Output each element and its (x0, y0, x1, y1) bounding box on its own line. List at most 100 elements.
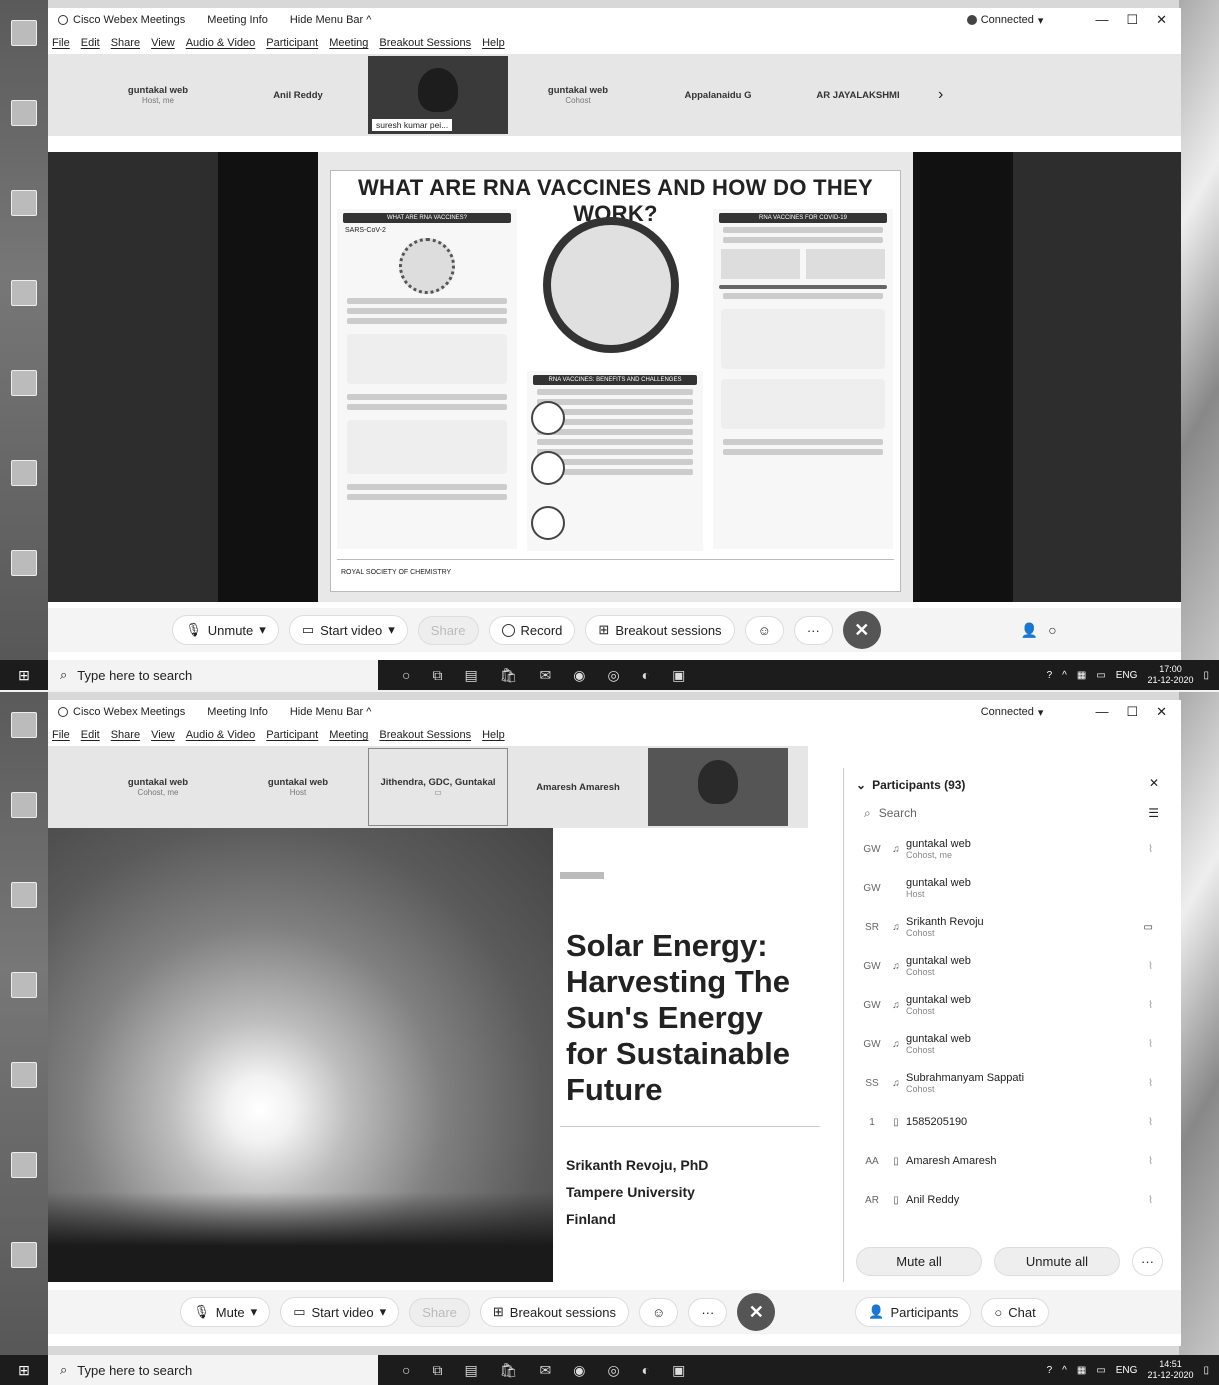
desktop-icon[interactable] (4, 20, 44, 68)
participants-header[interactable]: ⌄ Participants (93) (856, 778, 965, 792)
mic-muted-icon[interactable]: ⌇ (1148, 1078, 1153, 1089)
taskbar-search-box[interactable]: ⌕ Type here to search (48, 1355, 378, 1385)
desktop-icon[interactable] (4, 1062, 44, 1110)
reactions-button[interactable]: ☺ (639, 1297, 679, 1327)
hide-menu-bar-button[interactable]: Hide Menu Bar ^ (290, 14, 372, 26)
record-button[interactable]: Record (488, 615, 576, 645)
more-options-button[interactable]: ··· (688, 1297, 728, 1327)
participant-tile[interactable]: guntakal web Host (228, 748, 368, 826)
menu-breakout-sessions[interactable]: Breakout Sessions (379, 37, 471, 49)
minimize-icon[interactable]: — (1095, 12, 1108, 28)
mute-all-button[interactable]: Mute all (856, 1247, 982, 1276)
taskbar-clock[interactable]: 14:51 21-12-2020 (1147, 1359, 1193, 1381)
desktop-icon[interactable] (4, 1242, 44, 1290)
hide-menu-bar-button[interactable]: Hide Menu Bar ^ (290, 706, 372, 718)
video-on-icon[interactable]: ▭ (1144, 922, 1153, 933)
desktop-icon[interactable] (4, 100, 44, 148)
menu-share[interactable]: Share (111, 37, 140, 49)
notifications-icon[interactable]: ▯ (1203, 670, 1209, 681)
maximize-icon[interactable]: ☐ (1126, 12, 1138, 28)
participant-tile-active[interactable]: Jithendra, GDC, Guntakal ▭ (368, 748, 508, 826)
desktop-icon[interactable] (4, 460, 44, 508)
battery-icon[interactable]: ▭ (1096, 670, 1105, 681)
participants-button[interactable]: 👤 Participants (855, 1297, 972, 1327)
participant-row[interactable]: AR ▯ Anil Reddy ⌇ (844, 1181, 1171, 1219)
menu-file[interactable]: File (52, 37, 70, 49)
store-icon[interactable]: 🛍 (500, 667, 518, 684)
mic-muted-icon[interactable]: ⌇ (1148, 1039, 1153, 1050)
help-icon[interactable]: ? (1047, 1365, 1053, 1376)
desktop-icon[interactable] (4, 792, 44, 840)
task-view-icon[interactable]: ⧉ (432, 667, 442, 684)
mic-muted-icon[interactable]: ⌇ (1148, 961, 1153, 972)
calculator-icon[interactable]: ▤ (464, 667, 477, 684)
menu-audio-video[interactable]: Audio & Video (186, 729, 256, 741)
menu-file[interactable]: File (52, 729, 70, 741)
participant-row[interactable]: GW ♫ guntakal web Cohost, me ⌇ (844, 830, 1171, 868)
chat-button[interactable]: ○ Chat (981, 1297, 1049, 1327)
reactions-button[interactable]: ☺ (744, 615, 784, 645)
menu-participant[interactable]: Participant (266, 729, 318, 741)
start-video-button[interactable]: ▭ Start video ▾ (288, 615, 408, 645)
app-taskbar-icon[interactable]: ▣ (672, 1362, 685, 1379)
cortana-icon[interactable]: ○ (402, 1362, 410, 1379)
app-taskbar-icon[interactable]: ▣ (672, 667, 685, 684)
windows-start-icon[interactable]: ⊞ (0, 1362, 48, 1379)
mic-muted-icon[interactable]: ⌇ (1148, 1195, 1153, 1206)
menu-share[interactable]: Share (111, 729, 140, 741)
maximize-icon[interactable]: ☐ (1126, 704, 1138, 720)
participant-row[interactable]: GW ♫ guntakal web Cohost ⌇ (844, 1025, 1171, 1063)
participant-row[interactable]: GW ♫ guntakal web Cohost ⌇ (844, 947, 1171, 985)
menu-breakout-sessions[interactable]: Breakout Sessions (379, 729, 471, 741)
end-meeting-button[interactable]: ✕ (842, 611, 881, 649)
start-video-button[interactable]: ▭ Start video ▾ (280, 1297, 400, 1327)
menu-meeting[interactable]: Meeting (329, 729, 368, 741)
chat-icon[interactable]: ○ (1048, 622, 1056, 638)
participant-video-tile[interactable]: suresh kumar pei... (368, 56, 508, 134)
mail-icon[interactable]: ✉ (539, 667, 551, 684)
close-icon[interactable]: ✕ (1156, 12, 1167, 28)
menu-help[interactable]: Help (482, 729, 505, 741)
participant-tile[interactable]: Appalanaidu G (648, 56, 788, 134)
participant-tile[interactable]: guntakal web Cohost, me (88, 748, 228, 826)
participant-tile[interactable]: Amaresh Amaresh (508, 748, 648, 826)
windows-start-icon[interactable]: ⊞ (0, 667, 48, 684)
desktop-icon[interactable] (4, 370, 44, 418)
close-icon[interactable]: ✕ (1156, 704, 1167, 720)
menu-view[interactable]: View (151, 729, 175, 741)
unmute-button[interactable]: 🎙 Unmute ▾ (172, 615, 279, 645)
help-icon[interactable]: ? (1047, 670, 1053, 681)
task-view-icon[interactable]: ⧉ (432, 1362, 442, 1379)
desktop-icon[interactable] (4, 1152, 44, 1200)
mail-icon[interactable]: ✉ (539, 1362, 551, 1379)
webex-taskbar-icon[interactable]: ◐ (642, 667, 650, 684)
connection-status[interactable]: Connected ▾ (981, 706, 1044, 719)
share-button[interactable]: Share (409, 1297, 470, 1327)
desktop-icon[interactable] (4, 280, 44, 328)
desktop-icon[interactable] (4, 712, 44, 760)
connection-status[interactable]: Connected ▾ (966, 14, 1043, 27)
next-page-chevron-icon[interactable]: › (938, 86, 943, 104)
sort-list-icon[interactable]: ☰ (1148, 806, 1159, 820)
share-button[interactable]: Share (417, 615, 479, 645)
participant-row[interactable]: SS ♫ Subrahmanyam Sappati Cohost ⌇ (844, 1064, 1171, 1102)
menu-audio-video[interactable]: Audio & Video (186, 37, 256, 49)
language-indicator[interactable]: ENG (1116, 670, 1138, 681)
desktop-icon[interactable] (4, 882, 44, 930)
desktop-icon[interactable] (4, 190, 44, 238)
tray-chevron-icon[interactable]: ^ (1062, 670, 1067, 681)
taskbar-search-box[interactable]: ⌕ Type here to search (48, 660, 378, 690)
participant-tile[interactable]: guntakal web Host, me (88, 56, 228, 134)
mic-muted-icon[interactable]: ⌇ (1148, 844, 1153, 855)
participant-row[interactable]: GW ♫ guntakal web Cohost ⌇ (844, 986, 1171, 1024)
network-icon[interactable]: ▦ (1077, 1365, 1086, 1376)
notifications-icon[interactable]: ▯ (1203, 1365, 1209, 1376)
close-panel-icon[interactable]: ✕ (1149, 776, 1159, 790)
participant-tile[interactable]: Anil Reddy (228, 56, 368, 134)
tray-chevron-icon[interactable]: ^ (1062, 1365, 1067, 1376)
calculator-icon[interactable]: ▤ (464, 1362, 477, 1379)
participant-tile[interactable]: guntakal web Cohost (508, 56, 648, 134)
firefox-icon[interactable]: ◉ (573, 1362, 585, 1379)
taskbar-clock[interactable]: 17:00 21-12-2020 (1147, 664, 1193, 686)
breakout-sessions-button[interactable]: ⊞ Breakout sessions (585, 615, 735, 645)
